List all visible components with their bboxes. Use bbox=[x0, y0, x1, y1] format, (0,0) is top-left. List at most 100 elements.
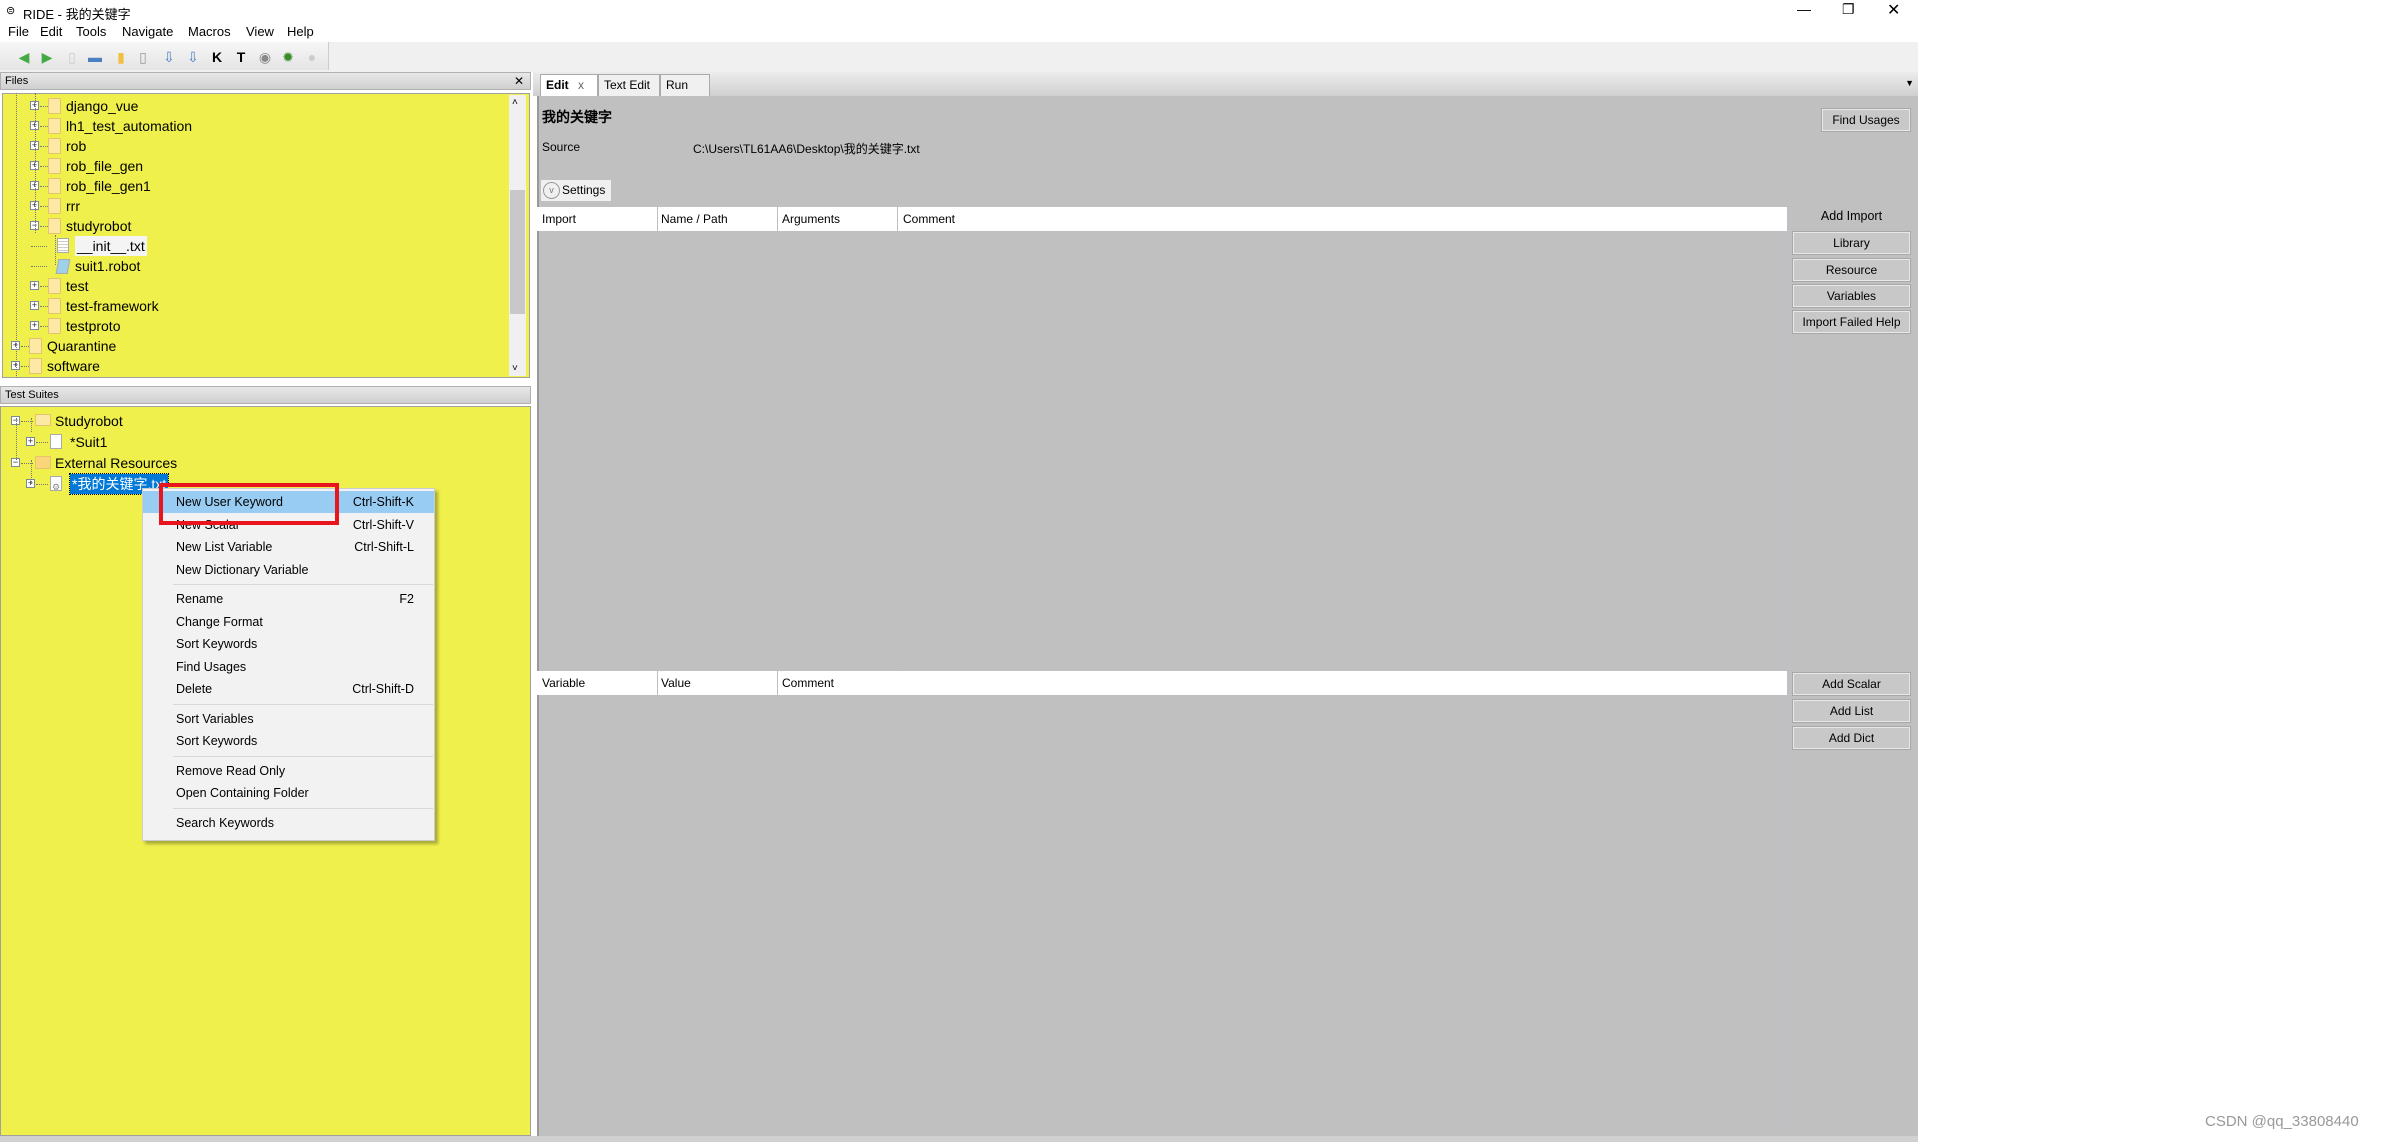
file-tree-item[interactable]: + lh1_test_automation bbox=[0, 116, 505, 136]
stop-icon[interactable]: ● bbox=[303, 48, 321, 66]
context-menu-item[interactable]: New Dictionary Variable bbox=[143, 559, 434, 581]
tree-connector bbox=[40, 306, 48, 307]
expand-icon[interactable]: + bbox=[26, 437, 35, 446]
file-tree-item[interactable]: + test-framework bbox=[0, 296, 505, 316]
menu-item-shortcut: Ctrl-Shift-V bbox=[352, 517, 414, 532]
file-tree-item[interactable]: + test bbox=[0, 276, 505, 296]
context-menu-item[interactable]: Sort Keywords bbox=[143, 633, 434, 655]
col-name-path: Name / Path bbox=[661, 212, 728, 226]
watermark: CSDN @qq_33808440 bbox=[2205, 1113, 2359, 1130]
settings-toggle[interactable]: v Settings bbox=[541, 180, 611, 201]
suite-tree-item[interactable]: − Studyrobot bbox=[0, 411, 520, 431]
menu-view[interactable]: View bbox=[246, 24, 274, 39]
tab-edit[interactable]: Edit x bbox=[540, 74, 598, 96]
run-icon[interactable]: ◉ bbox=[256, 48, 274, 66]
find-usages-button[interactable]: Find Usages bbox=[1821, 108, 1911, 132]
menu-macros[interactable]: Macros bbox=[188, 24, 231, 39]
column-divider bbox=[657, 671, 658, 1136]
context-menu-item[interactable]: Sort Keywords bbox=[143, 730, 434, 752]
library-button[interactable]: Library bbox=[1792, 231, 1911, 255]
scroll-down-icon[interactable]: ˅ bbox=[512, 363, 518, 374]
menu-item-label: Find Usages bbox=[176, 659, 247, 674]
context-menu-item[interactable]: Sort Variables bbox=[143, 708, 434, 730]
add-dict-button[interactable]: Add Dict bbox=[1792, 726, 1911, 750]
file-tree-item[interactable]: + rob_file_gen1 bbox=[0, 176, 505, 196]
window-title: RIDE - 我的关键字 bbox=[23, 7, 131, 22]
close-button[interactable]: ✕ bbox=[1887, 0, 1900, 20]
new-project-icon[interactable]: ▯ bbox=[63, 48, 81, 66]
open-icon[interactable]: ▬ bbox=[86, 48, 104, 66]
restore-button[interactable]: ❐ bbox=[1842, 1, 1855, 18]
context-menu-item[interactable]: Open Containing Folder bbox=[143, 782, 434, 804]
column-divider bbox=[657, 207, 658, 667]
tab-run[interactable]: Run bbox=[660, 74, 710, 96]
menu-item-label: Remove Read Only bbox=[176, 763, 286, 778]
new-file-icon[interactable]: ▯ bbox=[134, 48, 152, 66]
scroll-up-icon[interactable]: ˄ bbox=[512, 97, 518, 108]
tree-connector bbox=[40, 286, 48, 287]
forward-icon[interactable]: ▶ bbox=[38, 48, 56, 66]
close-tab-icon[interactable]: x bbox=[578, 78, 584, 92]
context-menu-item[interactable]: Change Format bbox=[143, 611, 434, 633]
source-path: C:\Users\TL61AA6\Desktop\我的关键字.txt bbox=[693, 142, 920, 156]
tree-connector bbox=[31, 266, 47, 267]
status-bar bbox=[0, 1136, 1918, 1142]
file-tree-item[interactable]: + rrr bbox=[0, 196, 505, 216]
tree-guide-line bbox=[16, 418, 17, 460]
menu-separator bbox=[173, 703, 433, 705]
save-icon[interactable]: ⇩ bbox=[160, 48, 178, 66]
tab-dropdown-icon[interactable]: ▼ bbox=[1905, 78, 1914, 88]
resource-button[interactable]: Resource bbox=[1792, 258, 1911, 282]
suite-tree-item[interactable]: + *Suit1 bbox=[0, 432, 520, 452]
search-tests-icon[interactable]: T bbox=[232, 48, 250, 66]
file-tree-item[interactable]: + testproto bbox=[0, 316, 505, 336]
close-icon[interactable]: ✕ bbox=[514, 74, 524, 88]
file-tree-item[interactable]: + rob bbox=[0, 136, 505, 156]
add-list-button[interactable]: Add List bbox=[1792, 699, 1911, 723]
file-tree-item[interactable]: + django_vue bbox=[0, 96, 505, 116]
context-menu-item[interactable]: Search Keywords bbox=[143, 812, 434, 834]
file-tree-item[interactable]: + Quarantine bbox=[0, 336, 505, 356]
file-tree-item[interactable]: suit1.robot bbox=[0, 256, 505, 276]
minimize-button[interactable]: — bbox=[1797, 1, 1811, 17]
tree-guide-line bbox=[35, 93, 36, 233]
save-all-icon[interactable]: ⇩ bbox=[184, 48, 202, 66]
menu-tools[interactable]: Tools bbox=[76, 24, 106, 39]
menu-file[interactable]: File bbox=[8, 24, 29, 39]
debug-bug-icon[interactable]: ✹ bbox=[279, 48, 297, 66]
variables-button[interactable]: Variables bbox=[1792, 284, 1911, 308]
suite-tree-label: Studyrobot bbox=[55, 413, 123, 429]
expand-icon[interactable]: + bbox=[30, 281, 39, 290]
expand-icon[interactable]: + bbox=[30, 321, 39, 330]
files-scrollbar[interactable]: ˄ ˅ bbox=[509, 95, 526, 376]
scrollbar-thumb[interactable] bbox=[510, 190, 525, 314]
context-menu-item[interactable]: Rename F2 bbox=[143, 588, 434, 610]
tree-guide-line bbox=[55, 235, 56, 265]
tab-bar: ▼ bbox=[533, 72, 1918, 96]
menu-help[interactable]: Help bbox=[287, 24, 314, 39]
file-tree-label: testproto bbox=[66, 318, 121, 334]
col-comment: Comment bbox=[903, 212, 956, 226]
file-tree-label: __init__.txt bbox=[75, 236, 147, 256]
context-menu-item[interactable]: Remove Read Only bbox=[143, 760, 434, 782]
file-tree-item[interactable]: + rob_file_gen bbox=[0, 156, 505, 176]
open-directory-icon[interactable]: ▮ bbox=[112, 48, 130, 66]
context-menu-item[interactable]: Find Usages bbox=[143, 656, 434, 678]
add-scalar-button[interactable]: Add Scalar bbox=[1792, 672, 1911, 696]
menu-navigate[interactable]: Navigate bbox=[122, 24, 173, 39]
search-keywords-icon[interactable]: K bbox=[208, 48, 226, 66]
menu-item-label: Delete bbox=[176, 682, 213, 696]
import-failed-help-button[interactable]: Import Failed Help bbox=[1792, 310, 1911, 334]
tab-text-edit[interactable]: Text Edit bbox=[598, 74, 660, 96]
file-tree-item[interactable]: − studyrobot bbox=[0, 216, 505, 236]
expand-icon[interactable]: + bbox=[30, 301, 39, 310]
menu-edit[interactable]: Edit bbox=[40, 24, 62, 39]
suite-tree-item[interactable]: − External Resources bbox=[0, 453, 520, 473]
context-menu-item[interactable]: New List Variable Ctrl-Shift-L bbox=[143, 536, 434, 558]
back-icon[interactable]: ◀ bbox=[15, 48, 33, 66]
file-tree-item[interactable]: __init__.txt bbox=[0, 236, 505, 256]
menu-item-label: Search Keywords bbox=[176, 815, 274, 830]
context-menu-item[interactable]: Delete Ctrl-Shift-D bbox=[143, 678, 434, 700]
file-tree-item[interactable]: + software bbox=[0, 356, 505, 376]
tree-connector bbox=[40, 206, 48, 207]
